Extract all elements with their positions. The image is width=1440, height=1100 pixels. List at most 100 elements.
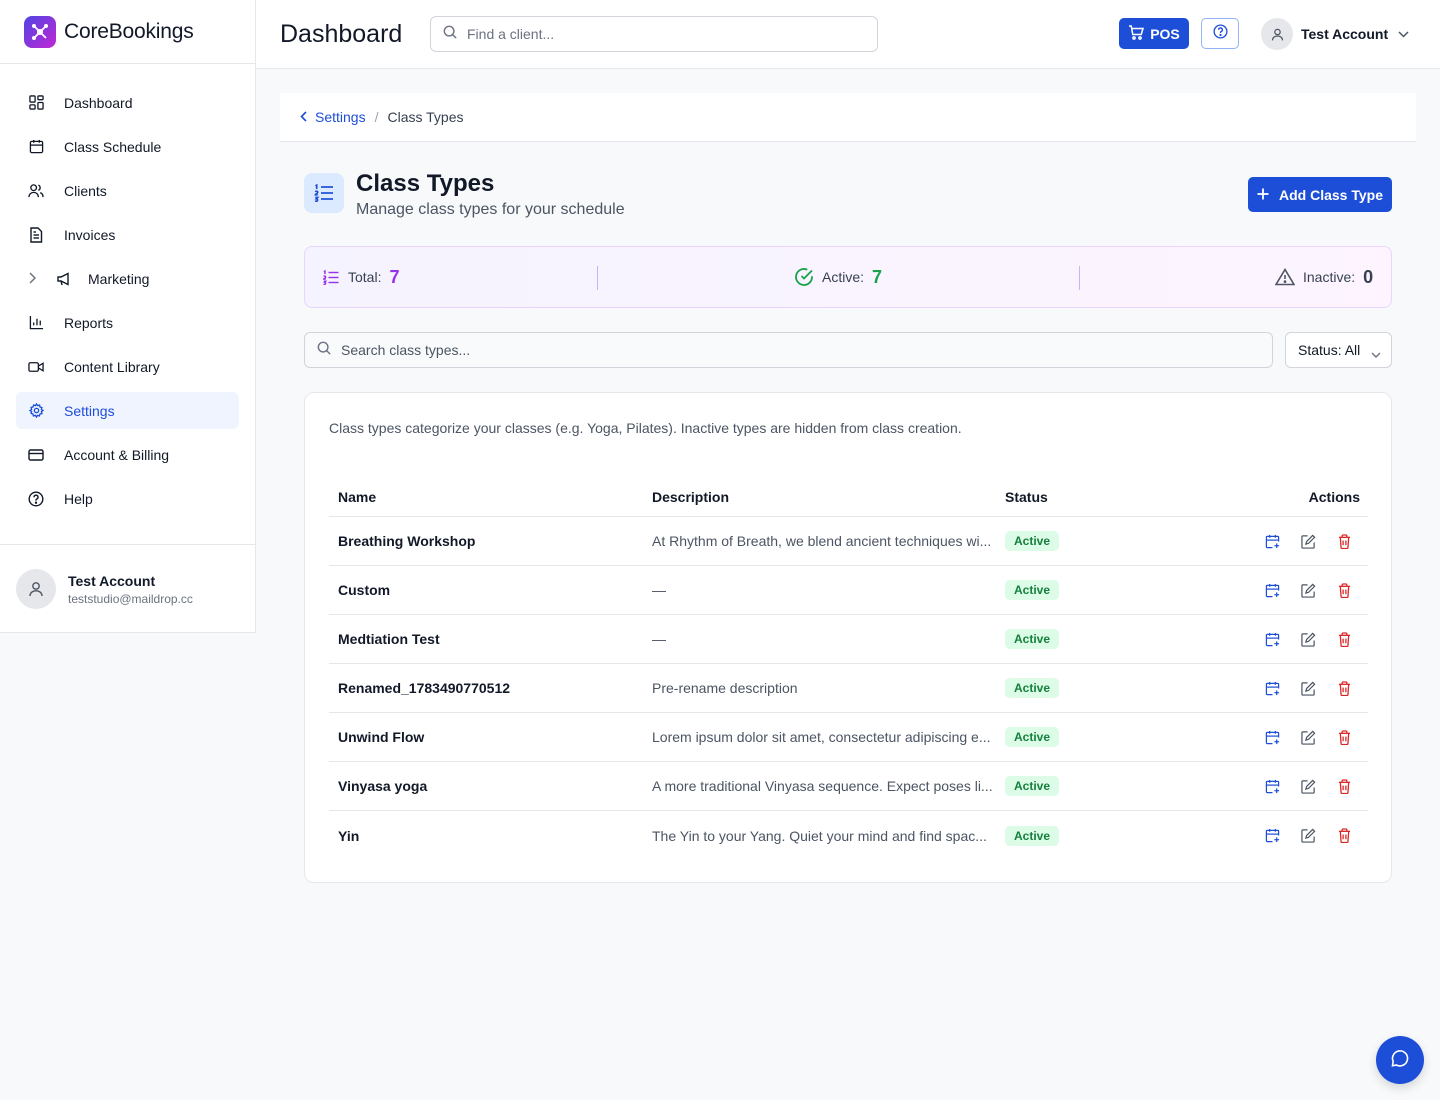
add-class-type-button[interactable]: Add Class Type [1248, 177, 1392, 212]
gear-icon [28, 403, 44, 419]
class-type-description: — [652, 631, 666, 647]
stat-active: Active: 7 [794, 247, 882, 307]
edit-icon[interactable] [1300, 582, 1316, 598]
user-email: teststudio@maildrop.cc [68, 591, 193, 606]
trash-icon[interactable] [1336, 533, 1352, 549]
table-row: Unwind Flow Lorem ipsum dolor sit amet, c… [329, 713, 1368, 762]
edit-icon[interactable] [1300, 631, 1316, 647]
sidebar-item-settings[interactable]: Settings [16, 392, 239, 429]
column-header-status[interactable]: Status [996, 489, 1226, 505]
column-header-name[interactable]: Name [329, 489, 643, 505]
stat-inactive-value: 0 [1363, 266, 1374, 287]
edit-icon[interactable] [1300, 533, 1316, 549]
class-type-description: At Rhythm of Breath, we blend ancient te… [652, 533, 992, 549]
column-header-description[interactable]: Description [643, 489, 996, 505]
stat-total-value: 7 [389, 266, 400, 287]
sidebar-item-invoices[interactable]: Invoices [16, 216, 239, 253]
row-actions [1226, 533, 1368, 549]
status-badge: Active [1005, 678, 1060, 698]
sidebar-item-clients[interactable]: Clients [16, 172, 239, 209]
trash-icon[interactable] [1336, 778, 1352, 794]
add-class-type-label: Add Class Type [1279, 186, 1383, 203]
status-cell: Active [996, 727, 1226, 747]
megaphone-icon [56, 271, 72, 287]
sidebar-item-help[interactable]: Help [16, 480, 239, 517]
edit-icon[interactable] [1300, 680, 1316, 696]
sidebar-item-label: Reports [64, 314, 114, 331]
sidebar-item-label: Invoices [64, 226, 116, 243]
trash-icon[interactable] [1336, 582, 1352, 598]
client-search[interactable] [430, 16, 878, 52]
sidebar-item-content-library[interactable]: Content Library [16, 348, 239, 385]
avatar [16, 569, 56, 609]
class-type-name: Medtiation Test [338, 631, 440, 647]
status-filter-value: Status: All [1298, 342, 1361, 358]
search-icon [443, 25, 457, 44]
card-note: Class types categorize your classes (e.g… [329, 420, 962, 436]
chat-button[interactable] [1376, 1036, 1424, 1084]
calendar-plus-icon[interactable] [1264, 778, 1280, 794]
trash-icon[interactable] [1336, 828, 1352, 844]
calendar-icon [28, 139, 44, 155]
calendar-plus-icon[interactable] [1264, 582, 1280, 598]
help-button[interactable] [1201, 18, 1239, 49]
chat-bubble-icon [1391, 1049, 1409, 1072]
calendar-plus-icon[interactable] [1264, 680, 1280, 696]
stat-total-label: Total: [348, 269, 382, 285]
trash-icon[interactable] [1336, 729, 1352, 745]
row-actions [1226, 582, 1368, 598]
trash-icon[interactable] [1336, 631, 1352, 647]
table-row: Medtiation Test — Active [329, 615, 1368, 664]
calendar-plus-icon[interactable] [1264, 828, 1280, 844]
status-cell: Active [996, 531, 1226, 551]
chevron-left-icon[interactable] [300, 109, 307, 125]
edit-icon[interactable] [1300, 828, 1316, 844]
search-icon [317, 341, 331, 360]
sidebar-item-marketing[interactable]: Marketing [16, 260, 239, 297]
section-subtitle: Manage class types for your schedule [356, 201, 625, 218]
class-type-search-input[interactable] [341, 342, 1241, 358]
user-name: Test Account [68, 572, 156, 589]
sidebar-item-account-billing[interactable]: Account & Billing [16, 436, 239, 473]
section-title: Class Types [356, 170, 495, 197]
table-row: Renamed_1783490770512 Pre-rename descript… [329, 664, 1368, 713]
status-cell: Active [996, 629, 1226, 649]
divider [1079, 266, 1080, 290]
sidebar-item-label: Content Library [64, 358, 160, 375]
class-type-search[interactable] [304, 332, 1273, 368]
account-menu[interactable]: Test Account [1261, 18, 1409, 50]
pos-button[interactable]: POS [1119, 18, 1189, 49]
edit-icon[interactable] [1300, 778, 1316, 794]
row-actions [1226, 778, 1368, 794]
row-actions [1226, 729, 1368, 745]
status-filter-select[interactable]: Status: All [1285, 332, 1392, 368]
status-badge: Active [1005, 629, 1060, 649]
sidebar-item-class-schedule[interactable]: Class Schedule [16, 128, 239, 165]
bar-chart-icon [28, 315, 44, 331]
sidebar-item-dashboard[interactable]: Dashboard [16, 84, 239, 121]
sidebar-item-label: Marketing [88, 270, 150, 287]
class-type-description: Lorem ipsum dolor sit amet, consectetur … [652, 729, 991, 745]
calendar-plus-icon[interactable] [1264, 729, 1280, 745]
sidebar-user[interactable]: Test Account teststudio@maildrop.cc [0, 544, 256, 633]
chevron-right-icon[interactable] [28, 271, 44, 287]
plus-icon [1257, 187, 1269, 203]
divider [597, 266, 598, 290]
breadcrumb-settings-link[interactable]: Settings [315, 109, 366, 125]
calendar-plus-icon[interactable] [1264, 533, 1280, 549]
calendar-plus-icon[interactable] [1264, 631, 1280, 647]
class-type-description: Pre-rename description [652, 680, 798, 696]
brand[interactable]: CoreBookings [0, 0, 255, 64]
sidebar-item-label: Account & Billing [64, 446, 170, 463]
class-types-card: Class types categorize your classes (e.g… [304, 392, 1392, 883]
check-circle-icon [794, 267, 814, 287]
avatar [1261, 18, 1293, 50]
chevron-down-icon [1371, 345, 1381, 361]
trash-icon[interactable] [1336, 680, 1352, 696]
breadcrumb: Settings / Class Types [280, 93, 1416, 142]
column-header-actions: Actions [1308, 488, 1360, 505]
users-icon [28, 183, 44, 199]
client-search-input[interactable] [467, 26, 847, 42]
edit-icon[interactable] [1300, 729, 1316, 745]
sidebar-item-reports[interactable]: Reports [16, 304, 239, 341]
